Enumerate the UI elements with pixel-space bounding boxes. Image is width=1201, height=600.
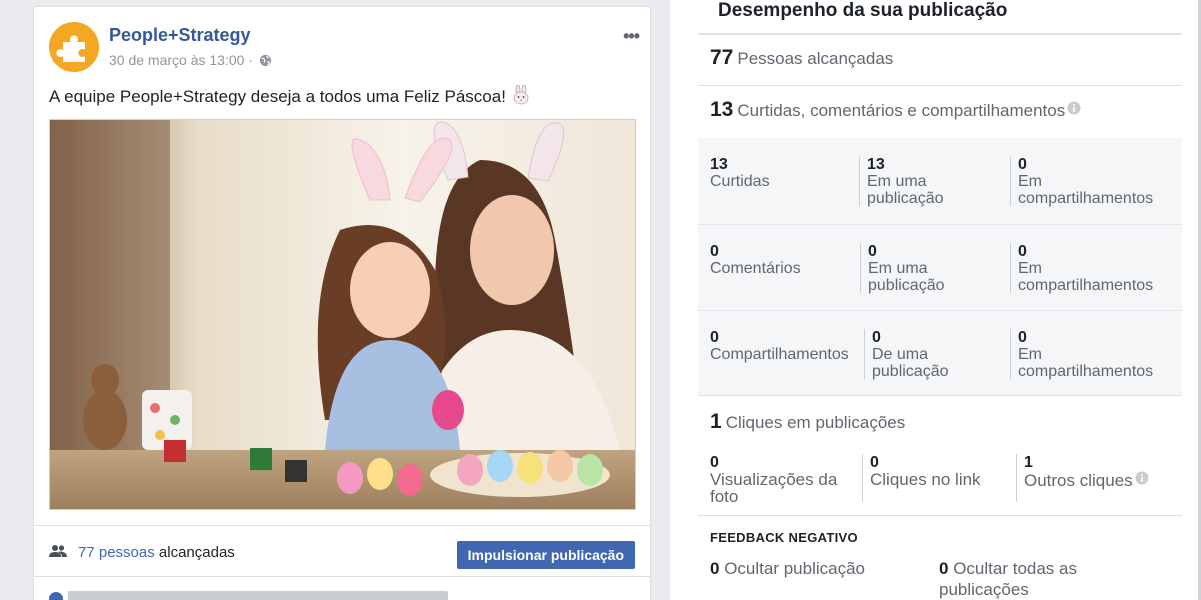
stat-separator: [859, 156, 860, 206]
stat-separator: [1010, 156, 1011, 206]
stat-label: Outros cliques: [1024, 471, 1133, 490]
stat-label: Comentários: [710, 260, 801, 277]
stat-value: 13: [867, 156, 885, 173]
shares-row: 0 Compartilhamentos 0 De uma publicação 0E…: [698, 310, 1182, 396]
reach-summary: 77 pessoas alcançadas: [78, 544, 235, 561]
stat-label: Visualizações da foto: [710, 470, 838, 506]
hide-post-stat: 0 Ocultar publicação: [710, 558, 910, 579]
stat-cell: 0 Em compartilhamentos: [1018, 156, 1178, 207]
reach-metric-row: 77 Pessoas alcançadas: [698, 46, 1182, 86]
stat-separator: [1010, 243, 1011, 293]
panel-title: Desempenho da sua publicação: [718, 0, 1008, 21]
reach-metric-value: 77: [710, 46, 734, 69]
stat-cell: 0 De uma publicação: [872, 329, 982, 380]
other-clicks-stat: 1 Outros cliques: [1024, 454, 1184, 489]
post-performance-panel: Desempenho da sua publicação 77 Pessoas a…: [670, 0, 1198, 600]
comments-row: 0 Comentários 0 Em uma publicação 0 Em comp…: [698, 224, 1182, 310]
clicks-metric-label: Cliques em publicações: [725, 413, 906, 432]
stat-separator: [864, 329, 865, 379]
stat-separator: [860, 243, 861, 293]
info-icon[interactable]: [1135, 471, 1149, 485]
stat-separator: [1016, 454, 1017, 502]
stat-label: Cliques no link: [870, 470, 981, 489]
page-name-link[interactable]: People+Strategy: [109, 25, 251, 46]
puzzle-logo-icon: [49, 22, 99, 72]
info-icon[interactable]: [1067, 101, 1081, 115]
stat-label: Ocultar publicação: [724, 559, 866, 578]
more-options-icon[interactable]: •••: [623, 26, 640, 47]
photo-views-stat: 0 Visualizações da foto: [710, 454, 855, 505]
stat-value: 0: [710, 329, 719, 346]
likes-row: 13 Curtidas 13 Em uma publicação 0 Em compa…: [698, 138, 1182, 224]
boost-post-button[interactable]: Impulsionar publicação: [456, 541, 635, 569]
stat-label: Em compartilhamentos: [1018, 173, 1154, 207]
post-header: People+Strategy 30 de março às 13:00 · •…: [49, 22, 640, 72]
page-avatar[interactable]: [49, 22, 99, 72]
stat-cell: 0 Em uma publicação: [868, 243, 978, 294]
globe-icon: [259, 54, 271, 67]
stat-label: Em uma publicação: [867, 173, 944, 207]
reach-suffix: alcançadas: [154, 544, 235, 561]
comment-avatar: [49, 592, 63, 600]
stat-label: Em compartilhamentos: [1018, 346, 1154, 380]
link-clicks-stat: 0 Cliques no link: [870, 454, 1010, 488]
stat-cell: 0 Comentários: [710, 243, 801, 277]
clicks-metric-value: 1: [710, 410, 722, 433]
stat-label: Compartilhamentos: [710, 346, 849, 363]
stat-separator: [1010, 329, 1011, 379]
stat-value: 1: [1024, 454, 1033, 471]
stat-value: 0: [939, 559, 949, 578]
reach-bar: 77 pessoas alcançadas Impulsionar public…: [34, 525, 650, 577]
stat-value: 0: [710, 559, 720, 578]
stat-value: 0: [710, 243, 719, 260]
reach-metric-label: Pessoas alcançadas: [737, 49, 894, 68]
post-message: A equipe People+Strategy deseja a todos …: [49, 85, 531, 107]
stat-label: Curtidas: [710, 173, 770, 190]
post-card: People+Strategy 30 de março às 13:00 · •…: [33, 6, 651, 600]
engagement-metric-row: 13 Curtidas, comentários e compartilhamen…: [698, 98, 1182, 138]
post-timestamp[interactable]: 30 de março às 13:00 ·: [109, 52, 272, 68]
stat-cell: 13 Em uma publicação: [867, 156, 977, 207]
feedback-divider: [698, 515, 1182, 516]
easter-photo-illustration: [50, 120, 635, 509]
stat-cell: 0 Compartilhamentos: [710, 329, 849, 363]
stat-value: 0: [868, 243, 877, 260]
stat-value: 13: [710, 156, 728, 173]
post-photo[interactable]: [49, 119, 636, 510]
stat-value: 0: [710, 454, 719, 471]
stat-cell: 0 Em compartilhamentos: [1018, 329, 1178, 380]
stat-separator: [862, 454, 863, 502]
stat-value: 0: [870, 454, 879, 471]
bunny-emoji-icon: [513, 85, 529, 105]
stat-value: 0: [872, 329, 881, 346]
panel-divider: [698, 33, 1182, 35]
stat-value: 0: [1018, 329, 1027, 346]
hide-all-posts-stat: 0 Ocultar todas as publicações: [939, 558, 1139, 600]
engagement-breakdown: 13 Curtidas 13 Em uma publicação 0 Em compa…: [698, 138, 1182, 396]
stat-value: 0: [1018, 243, 1027, 260]
stat-cell: 0 Em compartilhamentos: [1018, 243, 1178, 294]
stat-label: Em uma publicação: [868, 260, 945, 294]
stat-label: Ocultar todas as publicações: [939, 559, 1077, 599]
clicks-metric-row: 1 Cliques em publicações: [710, 410, 905, 434]
reach-count-link[interactable]: 77 pessoas: [78, 544, 155, 561]
engagement-metric-value: 13: [710, 98, 734, 121]
stat-cell: 13 Curtidas: [710, 156, 770, 190]
negative-feedback-title: FEEDBACK NEGATIVO: [710, 530, 858, 545]
engagement-metric-label: Curtidas, comentários e compartilhamento…: [737, 101, 1066, 120]
timestamp-text: 30 de março às 13:00 ·: [109, 52, 257, 68]
people-icon: [49, 545, 67, 557]
stat-value: 0: [1018, 156, 1027, 173]
comment-preview: [68, 591, 448, 600]
post-message-text: A equipe People+Strategy deseja a todos …: [49, 87, 506, 106]
stat-label: De uma publicação: [872, 346, 949, 380]
stat-label: Em compartilhamentos: [1018, 260, 1154, 294]
